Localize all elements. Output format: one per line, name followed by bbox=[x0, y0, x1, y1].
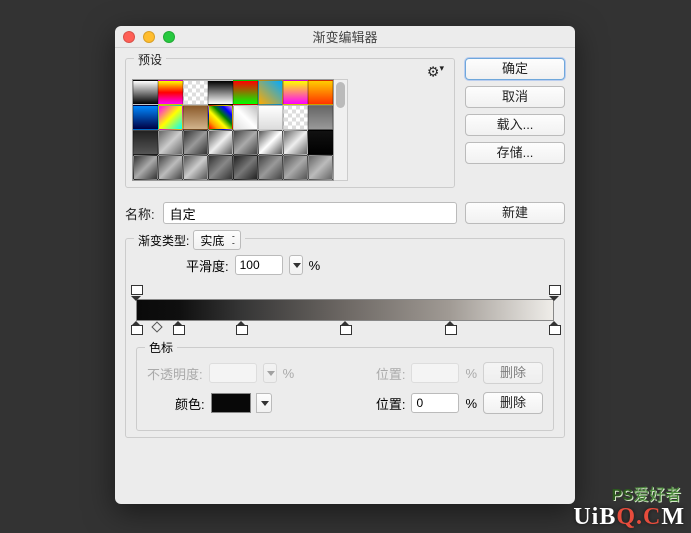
opacity-position-unit: % bbox=[465, 366, 477, 381]
opacity-stop-row: 不透明度: % 位置: % 删除 bbox=[147, 362, 543, 384]
color-stop-marker[interactable] bbox=[549, 321, 559, 333]
gradient-type-select[interactable]: 实底 bbox=[193, 230, 241, 250]
opacity-value-input bbox=[209, 363, 257, 383]
preset-grid[interactable] bbox=[132, 79, 334, 181]
preset-swatch[interactable] bbox=[233, 105, 258, 130]
preset-swatch[interactable] bbox=[283, 155, 308, 180]
watermark-ps: PS爱好者 bbox=[612, 481, 681, 505]
preset-swatch[interactable] bbox=[208, 80, 233, 105]
gradient-editor-window: 渐变编辑器 预设 ⚙▾ 确定 取消 载入... 存储... 名 bbox=[115, 26, 575, 504]
dialog-buttons: 确定 取消 载入... 存储... bbox=[465, 58, 565, 188]
chevron-down-icon bbox=[263, 363, 277, 383]
preset-swatch[interactable] bbox=[233, 155, 258, 180]
preset-swatch[interactable] bbox=[308, 105, 333, 130]
load-button[interactable]: 载入... bbox=[465, 114, 565, 136]
smoothness-dropdown-icon[interactable] bbox=[289, 255, 303, 275]
preset-swatch[interactable] bbox=[158, 130, 183, 155]
name-input[interactable] bbox=[163, 202, 457, 224]
delete-color-stop-button[interactable]: 删除 bbox=[483, 392, 543, 414]
preset-swatch[interactable] bbox=[158, 155, 183, 180]
color-stop-marker[interactable] bbox=[173, 321, 183, 333]
preset-swatch[interactable] bbox=[258, 130, 283, 155]
preset-swatch[interactable] bbox=[308, 80, 333, 105]
preset-swatch[interactable] bbox=[183, 105, 208, 130]
gradient-type-panel: 渐变类型: 实底 平滑度: % 色标 不透明度: % bbox=[125, 238, 565, 438]
preset-swatch[interactable] bbox=[158, 80, 183, 105]
preset-swatch[interactable] bbox=[233, 80, 258, 105]
smoothness-unit: % bbox=[309, 258, 321, 273]
color-position-input[interactable] bbox=[411, 393, 459, 413]
gradient-type-label: 渐变类型: bbox=[138, 232, 189, 249]
opacity-unit: % bbox=[283, 366, 295, 381]
save-button[interactable]: 存储... bbox=[465, 142, 565, 164]
opacity-position-label: 位置: bbox=[376, 364, 406, 383]
color-stop-row: 颜色: 位置: % 删除 bbox=[147, 392, 543, 414]
stops-panel: 色标 不透明度: % 位置: % 删除 颜色: bbox=[136, 347, 554, 431]
preset-swatch[interactable] bbox=[308, 155, 333, 180]
preset-swatch[interactable] bbox=[133, 130, 158, 155]
presets-label: 预设 bbox=[134, 51, 166, 68]
opacity-stop-marker[interactable] bbox=[549, 285, 559, 297]
watermark-url: UiBQ.CM bbox=[573, 504, 685, 531]
color-dropdown-icon[interactable] bbox=[256, 393, 272, 413]
color-stop-marker[interactable] bbox=[236, 321, 246, 333]
color-position-unit: % bbox=[465, 396, 477, 411]
preset-swatch[interactable] bbox=[158, 105, 183, 130]
preset-swatch[interactable] bbox=[208, 155, 233, 180]
preset-swatch[interactable] bbox=[308, 130, 333, 155]
smoothness-row: 平滑度: % bbox=[186, 255, 554, 275]
preset-swatch[interactable] bbox=[283, 105, 308, 130]
stops-legend: 色标 bbox=[145, 339, 177, 356]
preset-swatch[interactable] bbox=[283, 130, 308, 155]
gear-icon[interactable]: ⚙▾ bbox=[427, 63, 444, 81]
smoothness-label: 平滑度: bbox=[186, 256, 229, 275]
gradient-bar[interactable] bbox=[136, 299, 554, 321]
titlebar: 渐变编辑器 bbox=[115, 26, 575, 48]
preset-swatch[interactable] bbox=[283, 80, 308, 105]
preset-swatch[interactable] bbox=[183, 80, 208, 105]
cancel-button[interactable]: 取消 bbox=[465, 86, 565, 108]
color-swatch[interactable] bbox=[211, 393, 251, 413]
name-label: 名称: bbox=[125, 204, 155, 223]
opacity-position-input bbox=[411, 363, 459, 383]
midpoint-marker[interactable] bbox=[151, 321, 162, 332]
color-stop-marker[interactable] bbox=[445, 321, 455, 333]
preset-swatch[interactable] bbox=[208, 105, 233, 130]
gradient-editor bbox=[136, 285, 554, 335]
opacity-stops-track[interactable] bbox=[136, 285, 554, 299]
color-stops-track[interactable] bbox=[136, 321, 554, 335]
preset-swatch[interactable] bbox=[183, 130, 208, 155]
preset-scrollbar[interactable] bbox=[334, 79, 348, 181]
new-button[interactable]: 新建 bbox=[465, 202, 565, 224]
color-stop-marker[interactable] bbox=[340, 321, 350, 333]
preset-swatch[interactable] bbox=[133, 105, 158, 130]
color-label: 颜色: bbox=[175, 394, 205, 413]
color-stop-marker[interactable] bbox=[131, 321, 141, 333]
smoothness-input[interactable] bbox=[235, 255, 283, 275]
delete-opacity-stop-button: 删除 bbox=[483, 362, 543, 384]
scroll-thumb[interactable] bbox=[336, 82, 345, 108]
ok-button[interactable]: 确定 bbox=[465, 58, 565, 80]
color-position-label: 位置: bbox=[376, 394, 406, 413]
preset-swatch[interactable] bbox=[133, 80, 158, 105]
presets-panel: 预设 ⚙▾ bbox=[125, 58, 455, 188]
preset-swatch[interactable] bbox=[133, 155, 158, 180]
preset-swatch[interactable] bbox=[183, 155, 208, 180]
opacity-stop-marker[interactable] bbox=[131, 285, 141, 297]
window-title: 渐变编辑器 bbox=[115, 27, 575, 46]
name-row: 名称: 新建 bbox=[125, 202, 565, 224]
preset-swatch[interactable] bbox=[258, 105, 283, 130]
preset-swatch[interactable] bbox=[258, 155, 283, 180]
opacity-label: 不透明度: bbox=[147, 364, 203, 383]
preset-swatch[interactable] bbox=[258, 80, 283, 105]
preset-swatch[interactable] bbox=[233, 130, 258, 155]
preset-swatch[interactable] bbox=[208, 130, 233, 155]
